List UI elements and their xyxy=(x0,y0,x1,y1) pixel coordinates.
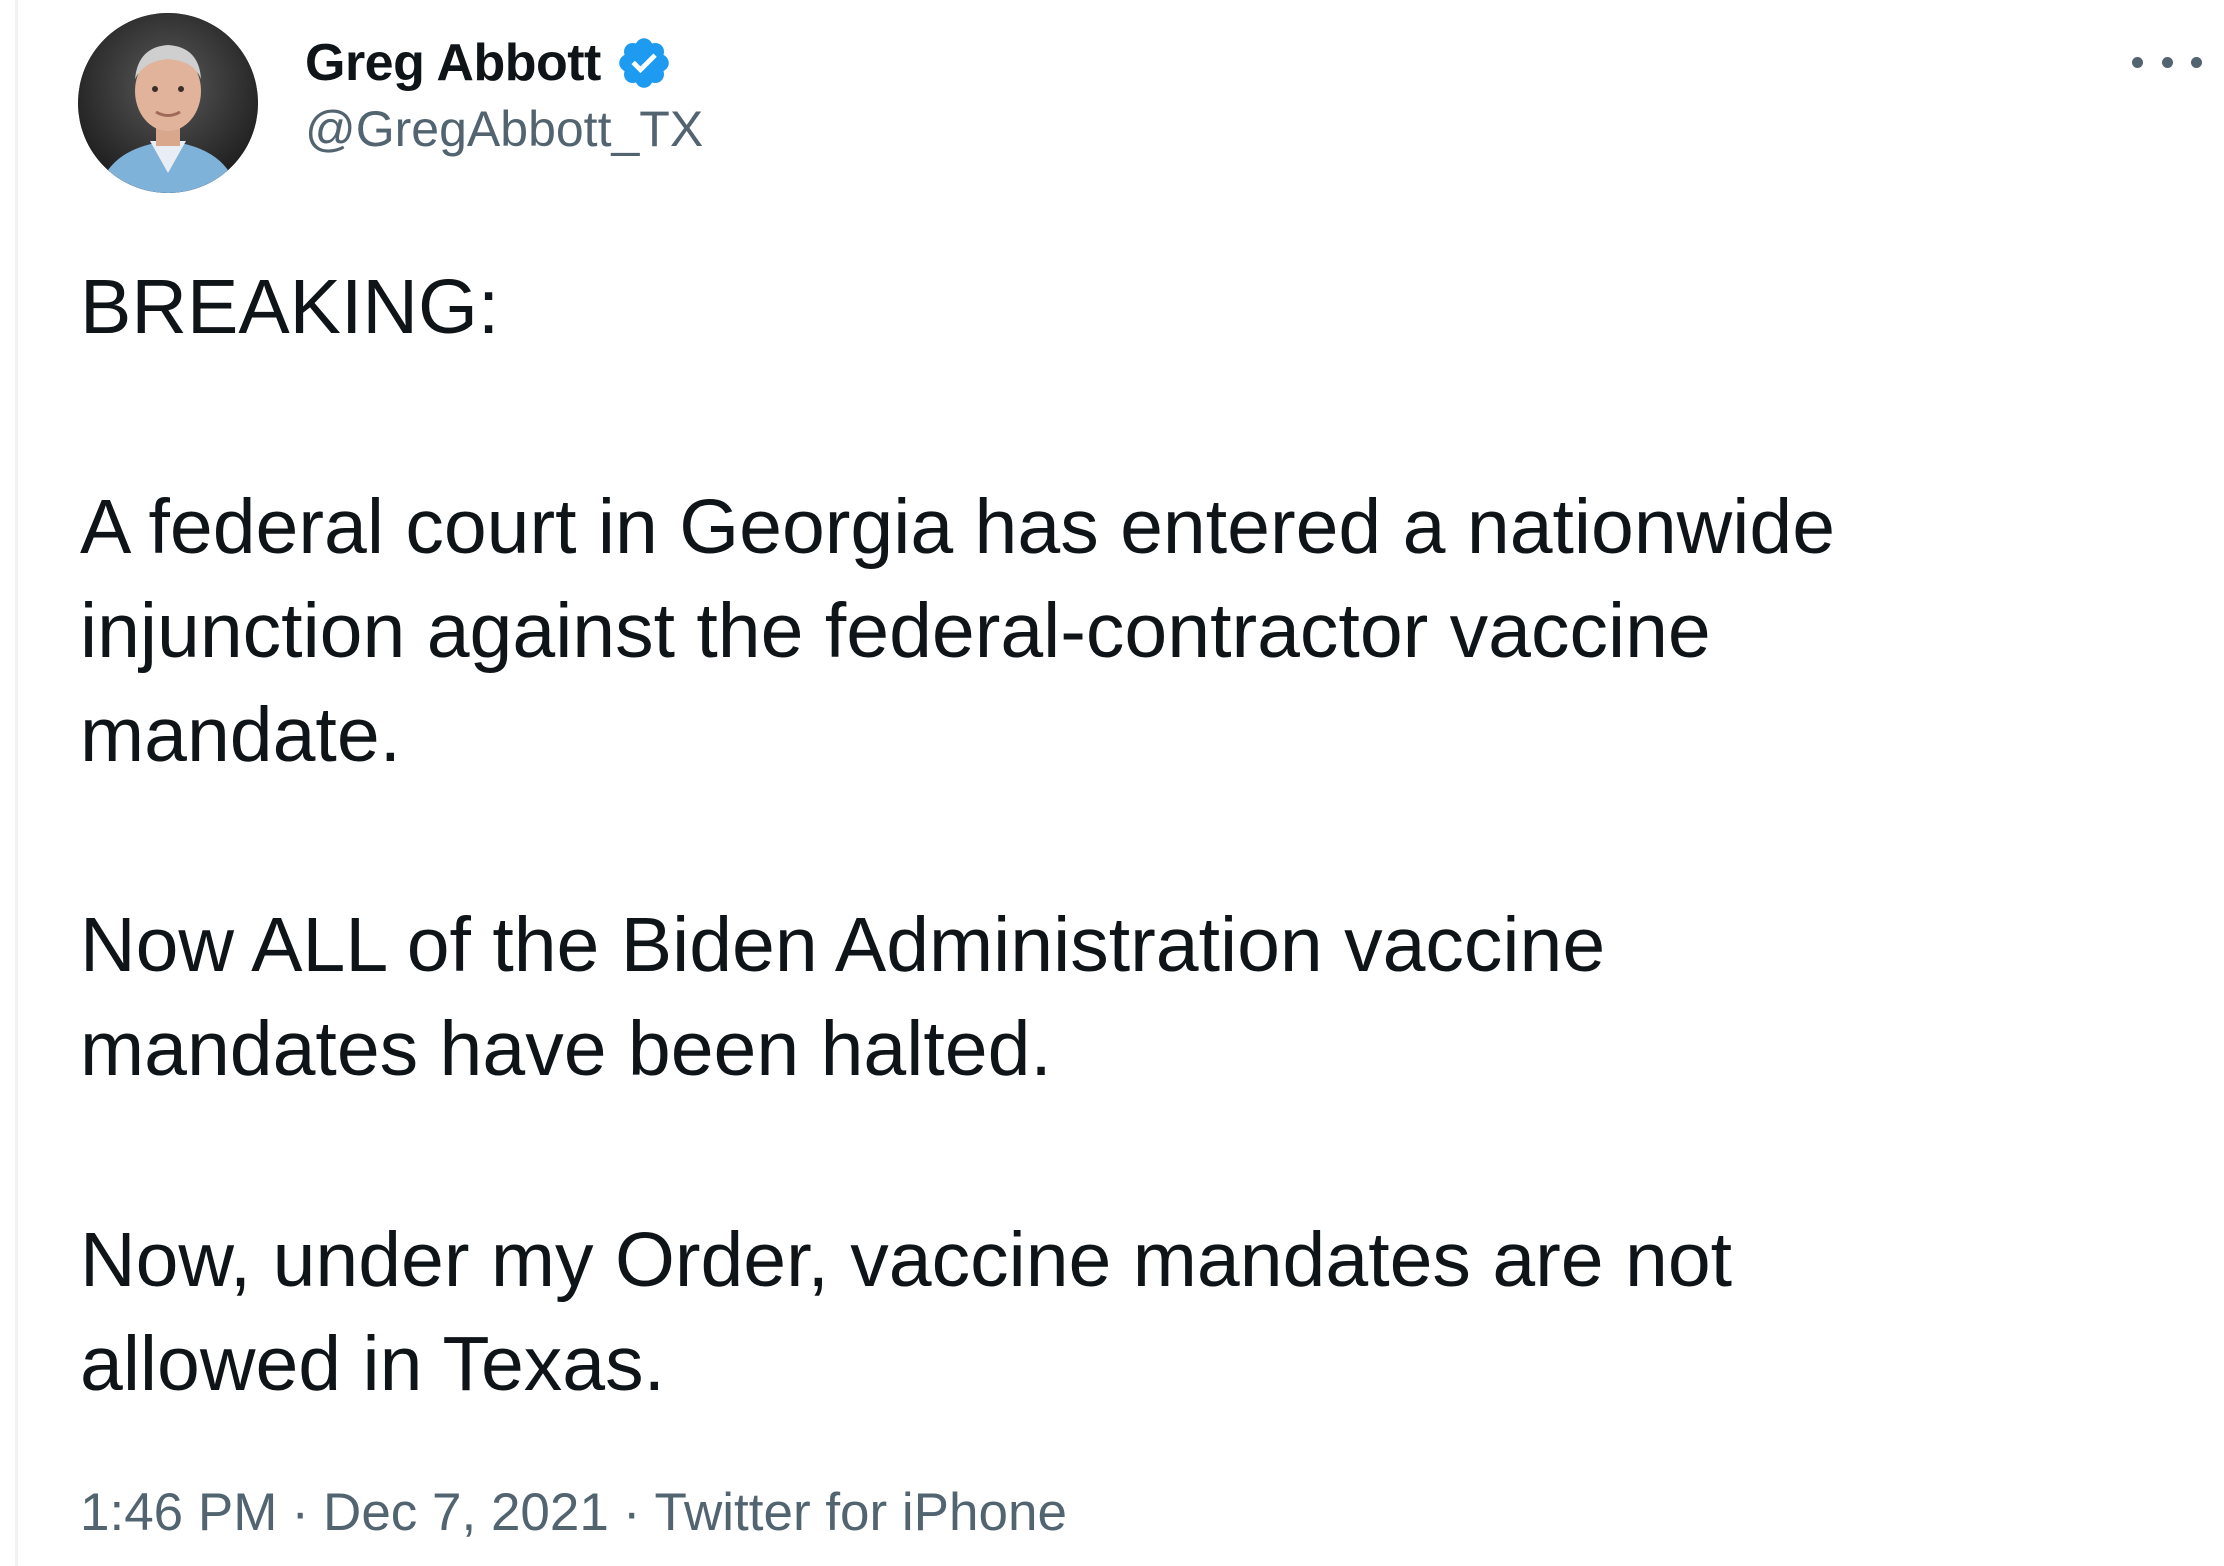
tweet-text-line: mandate. xyxy=(80,692,402,778)
author-avatar[interactable] xyxy=(78,13,258,193)
tweet-metadata: 1:46 PM · Dec 7, 2021 · Twitter for iPhone xyxy=(80,1478,1067,1548)
more-dot xyxy=(2132,56,2143,68)
avatar-photo xyxy=(78,13,258,193)
author-name-row[interactable]: Greg Abbott xyxy=(305,28,673,98)
more-options-icon[interactable] xyxy=(2132,42,2202,82)
tweet-text-line: Now ALL of the Biden Administration vacc… xyxy=(80,902,1606,988)
tweet-date[interactable]: Dec 7, 2021 xyxy=(323,1483,609,1542)
tweet-text-line: A federal court in Georgia has entered a… xyxy=(80,484,1836,570)
tweet-card: Greg Abbott @GregAbbott_TX BREAKING: A f… xyxy=(0,0,2224,1566)
tweet-text-line: mandates have been halted. xyxy=(80,1006,1052,1092)
author-handle[interactable]: @GregAbbott_TX xyxy=(305,104,703,154)
tweet-text-line: allowed in Texas. xyxy=(80,1321,665,1407)
verified-badge-icon xyxy=(615,34,673,92)
tweet-text-line: Now, under my Order, vaccine mandates ar… xyxy=(80,1217,1733,1303)
tweet-time[interactable]: 1:46 PM xyxy=(80,1483,277,1542)
tweet-text-line: injunction against the federal-contracto… xyxy=(80,588,1711,674)
author-display-name[interactable]: Greg Abbott xyxy=(305,37,601,89)
tweet-text-line: BREAKING: xyxy=(80,264,500,350)
more-dot xyxy=(2161,56,2173,68)
tweet-source[interactable]: Twitter for iPhone xyxy=(655,1483,1067,1542)
more-dot xyxy=(2191,56,2202,68)
meta-separator: · xyxy=(622,1483,641,1542)
meta-separator: · xyxy=(291,1483,310,1542)
